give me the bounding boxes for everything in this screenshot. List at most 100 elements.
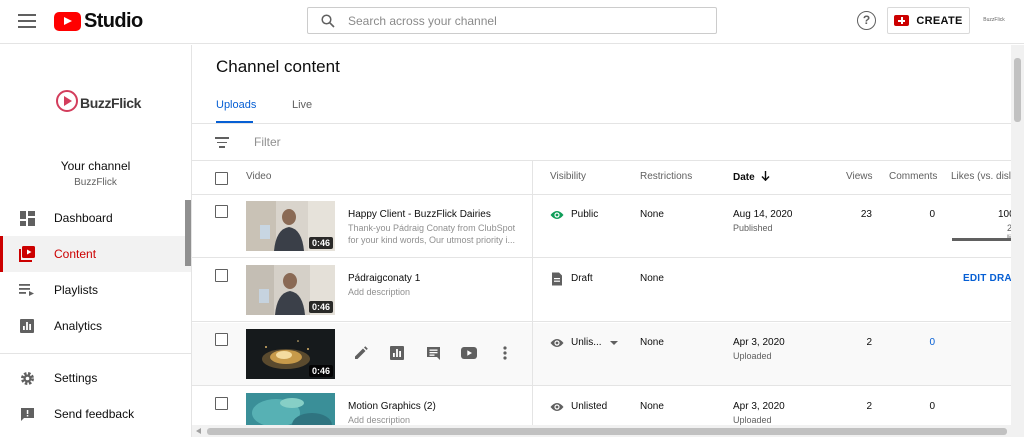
views-value: 2 xyxy=(866,337,872,348)
column-header-date-label: Date xyxy=(733,172,755,183)
video-description: Add description xyxy=(348,287,411,297)
tabs-divider xyxy=(192,123,1024,124)
video-title[interactable]: Pádraigconaty 1 xyxy=(348,273,420,284)
playlists-icon xyxy=(18,281,36,299)
sort-arrow-down-icon xyxy=(761,171,770,182)
visibility-value[interactable]: Unlis... xyxy=(571,337,602,348)
youtube-logo-icon xyxy=(54,11,81,31)
column-header-visibility[interactable]: Visibility xyxy=(550,171,586,182)
account-avatar[interactable]: BuzzFlick xyxy=(981,13,1007,27)
content-icon xyxy=(18,245,36,263)
scroll-left-arrow-icon[interactable] xyxy=(196,428,201,434)
filter-input[interactable]: Filter xyxy=(254,135,281,149)
filter-divider xyxy=(192,160,1024,161)
more-options-icon[interactable] xyxy=(496,344,514,362)
sidebar-item-settings[interactable]: Settings xyxy=(0,360,191,396)
sidebar-item-dashboard[interactable]: Dashboard xyxy=(0,200,191,236)
date-status: Published xyxy=(733,223,773,233)
table-row[interactable]: 0:46 Happy Client - BuzzFlick Dairies Th… xyxy=(192,195,1024,258)
column-header-comments[interactable]: Comments xyxy=(889,171,937,182)
date-value: Apr 3, 2020 xyxy=(733,337,785,348)
comments-value: 0 xyxy=(929,401,935,412)
tab-live[interactable]: Live xyxy=(292,99,312,111)
channel-logo-text: BuzzFlick xyxy=(80,95,141,111)
sidebar-scrollbar[interactable] xyxy=(185,200,191,266)
edit-pencil-icon[interactable] xyxy=(352,344,370,362)
studio-logo[interactable]: Studio xyxy=(54,8,143,34)
date-status: Uploaded xyxy=(733,351,772,361)
vertical-scrollbar-thumb[interactable] xyxy=(1014,58,1021,122)
row-checkbox[interactable] xyxy=(215,205,228,218)
column-header-restrictions[interactable]: Restrictions xyxy=(640,171,692,182)
sidebar-divider xyxy=(0,353,191,354)
visibility-value[interactable]: Public xyxy=(571,209,598,220)
studio-logo-text: Studio xyxy=(84,9,143,32)
video-thumbnail[interactable]: 0:46 xyxy=(246,201,335,251)
create-video-icon xyxy=(894,15,910,26)
sidebar-item-analytics[interactable]: Analytics xyxy=(0,308,191,344)
video-duration: 0:46 xyxy=(308,301,333,313)
create-button[interactable]: CREATE xyxy=(887,7,970,34)
visibility-value: Draft xyxy=(571,273,593,284)
filter-icon[interactable] xyxy=(215,137,229,148)
sidebar-item-playlists[interactable]: Playlists xyxy=(0,272,191,308)
column-header-views[interactable]: Views xyxy=(846,171,873,182)
sidebar-item-label: Send feedback xyxy=(54,407,135,421)
analytics-icon[interactable] xyxy=(388,344,406,362)
channel-logo[interactable]: BuzzFlick xyxy=(56,90,142,120)
restrictions-value: None xyxy=(640,337,664,348)
settings-icon xyxy=(18,369,36,387)
your-channel-label: Your channel xyxy=(60,159,131,173)
sidebar-item-label: Playlists xyxy=(54,283,99,297)
row-checkbox[interactable] xyxy=(215,333,228,346)
select-all-checkbox[interactable] xyxy=(215,172,228,185)
sidebar-item-content[interactable]: Content xyxy=(0,236,191,272)
video-description: Thank-you Pádraig Conaty from ClubSpot xyxy=(348,223,516,233)
row-checkbox[interactable] xyxy=(215,269,228,282)
channel-name: BuzzFlick xyxy=(74,177,117,188)
sidebar-item-label: Content xyxy=(54,247,97,261)
analytics-icon xyxy=(18,317,36,335)
search-box[interactable] xyxy=(307,7,717,34)
table-row[interactable]: 0:46 Pádraigconaty 1 Add description Dra… xyxy=(192,259,1024,322)
main-content: Channel content Uploads Live Filter Vide… xyxy=(192,45,1024,437)
horizontal-scrollbar-thumb[interactable] xyxy=(207,428,1007,435)
restrictions-value: None xyxy=(640,209,664,220)
restrictions-value: None xyxy=(640,401,664,412)
video-thumbnail[interactable]: 0:46 xyxy=(246,265,335,315)
tab-uploads[interactable]: Uploads xyxy=(216,99,256,111)
menu-icon[interactable] xyxy=(18,14,36,28)
draft-icon xyxy=(552,272,562,286)
search-icon xyxy=(321,14,335,28)
dashboard-icon xyxy=(18,209,36,227)
row-actions xyxy=(352,344,532,362)
comments-value[interactable]: 0 xyxy=(929,337,935,348)
eye-unlisted-icon xyxy=(550,403,564,411)
views-value: 2 xyxy=(866,401,872,412)
comments-icon[interactable] xyxy=(424,344,442,362)
table-row[interactable]: 0:46 Unlis... None Apr 3, 2020 Uploaded xyxy=(192,323,1024,386)
video-thumbnail[interactable]: 0:46 xyxy=(246,329,335,379)
visibility-value[interactable]: Unlisted xyxy=(571,401,607,412)
restrictions-value: None xyxy=(640,273,664,284)
video-description-line2: for your kind words, Our utmost priority… xyxy=(348,235,516,245)
column-header-date[interactable]: Date xyxy=(733,171,770,183)
date-value: Apr 3, 2020 xyxy=(733,401,785,412)
youtube-play-icon[interactable] xyxy=(460,344,478,362)
top-bar: Studio ? CREATE BuzzFlick xyxy=(0,0,1024,44)
date-value: Aug 14, 2020 xyxy=(733,209,793,220)
search-input[interactable] xyxy=(348,12,698,30)
date-status: Uploaded xyxy=(733,415,772,425)
sidebar-item-label: Analytics xyxy=(54,319,103,333)
sidebar-item-send-feedback[interactable]: Send feedback xyxy=(0,396,191,432)
visibility-dropdown-icon[interactable] xyxy=(610,341,618,345)
video-title[interactable]: Motion Graphics (2) xyxy=(348,401,436,412)
feedback-icon xyxy=(18,405,36,423)
create-button-label: CREATE xyxy=(916,14,963,27)
sticky-column-divider xyxy=(532,161,533,437)
help-icon[interactable]: ? xyxy=(857,11,876,30)
video-title[interactable]: Happy Client - BuzzFlick Dairies xyxy=(348,209,491,220)
column-header-video[interactable]: Video xyxy=(246,171,271,182)
views-value: 23 xyxy=(860,209,872,220)
row-checkbox[interactable] xyxy=(215,397,228,410)
